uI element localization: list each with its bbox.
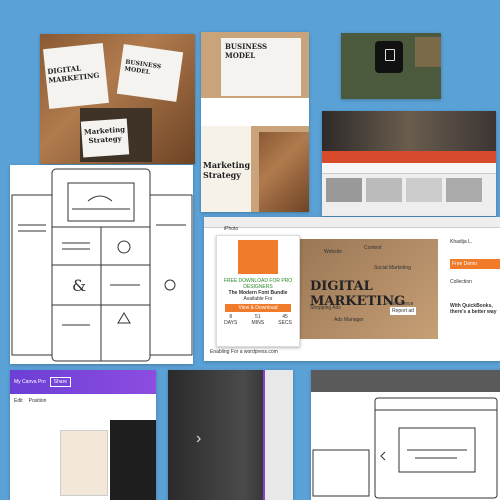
photo-card: Marketing Strategy [83, 124, 126, 146]
phone-photo[interactable] [341, 33, 441, 99]
banner-word: Social Marketing [374, 265, 411, 271]
photo-note: BUSINESS MODEL [123, 58, 162, 76]
profile-name: Khadija L. [450, 239, 473, 245]
banner-word: Website [324, 249, 342, 255]
canva-tab[interactable]: My Canva Pro [14, 379, 46, 385]
report-ad-link[interactable]: Report ad [390, 307, 416, 315]
photo-card: Marketing Strategy [203, 160, 251, 180]
profile-sidebar: Khadija L. Free Demo Collection With Qui… [450, 239, 500, 357]
browser-tab[interactable]: iPhoto [204, 226, 238, 232]
marketing-desk-photo[interactable]: DIGITAL MARKETING BUSINESS MODEL Marketi… [40, 34, 195, 164]
photo-headline: DIGITAL MARKETING [46, 63, 100, 85]
font-bundle-popup[interactable]: FREE DOWNLOAD FOR PRO DESIGNERS The Mode… [216, 235, 300, 347]
phone-icon [385, 49, 395, 61]
banner-word: Content [364, 245, 382, 251]
banner-word: Shopping Ads [310, 305, 341, 311]
banner-word: Ads Manager [334, 317, 364, 323]
stat-label: SECS [278, 320, 292, 326]
business-model-photo[interactable]: BUSINESS MODEL Marketing Strategy [201, 32, 309, 212]
browser-screenshot[interactable] [322, 111, 496, 216]
sidebar-link[interactable]: Collection [450, 279, 500, 285]
svg-text:&: & [72, 276, 86, 295]
canva-editor-screenshot[interactable]: My Canva Pro Share Edit Position [10, 370, 156, 500]
chevron-right-icon[interactable]: › [196, 430, 201, 448]
stat-label: DAYS [224, 320, 238, 326]
quickbooks-ad[interactable]: With QuickBooks, there's a better way [450, 303, 500, 315]
photo-headline: BUSINESS MODEL [225, 42, 268, 60]
popup-subtitle: Available For [243, 296, 273, 302]
dark-video-tile[interactable]: › [168, 370, 293, 500]
free-demo-button[interactable]: Free Demo [450, 259, 500, 269]
browser-wireframe-tile[interactable] [311, 370, 500, 500]
popup-tag: FREE DOWNLOAD FOR PRO DESIGNERS [223, 278, 293, 290]
stat-label: MINS [251, 320, 265, 326]
download-button[interactable]: View & Download [225, 304, 291, 312]
page-footer: Enabling For a wordpress.com [210, 349, 278, 355]
digital-marketing-page-screenshot[interactable]: iPhoto DIGITAL MARKETING Website Content… [204, 217, 500, 361]
edit-tool[interactable]: Edit [14, 398, 23, 404]
wireframe-sketch-tile[interactable]: & [10, 165, 193, 364]
share-button[interactable]: Share [49, 377, 72, 387]
position-tool[interactable]: Position [29, 398, 47, 404]
